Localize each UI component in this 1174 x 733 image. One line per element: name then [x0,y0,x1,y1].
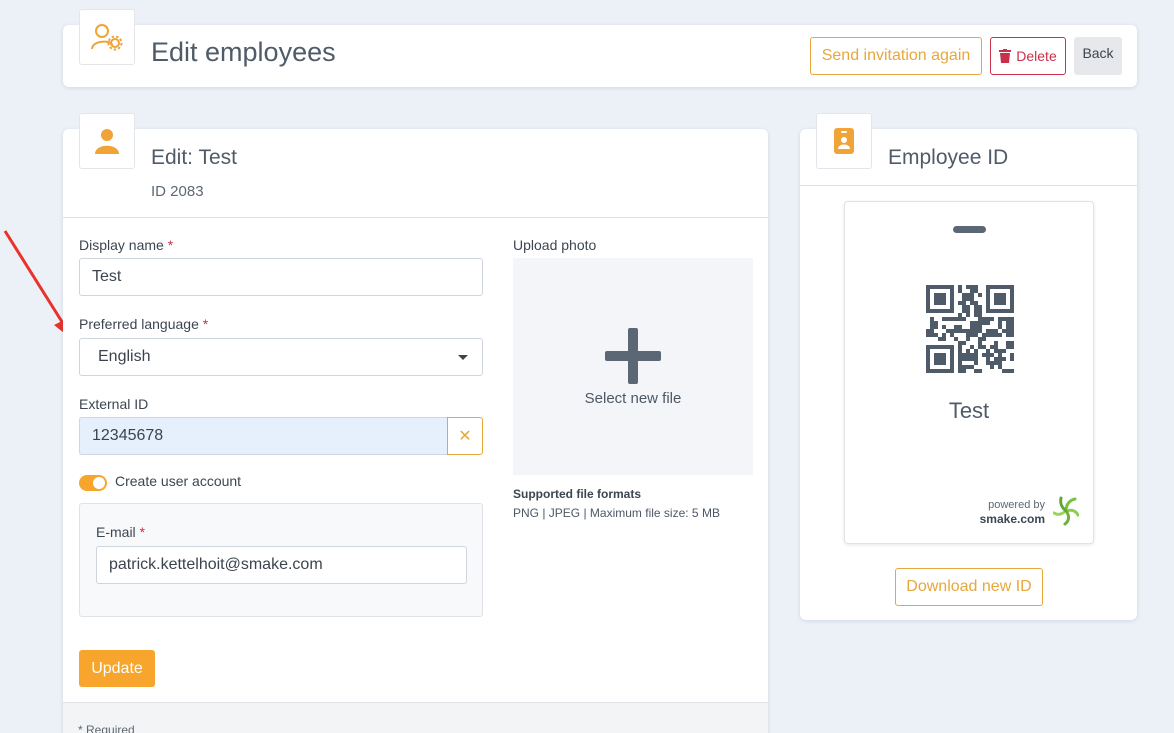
select-new-file-label: Select new file [584,390,682,407]
powered-by-text: powered by smake.com [979,499,1045,526]
download-new-id-button[interactable]: Download new ID [895,568,1043,606]
plus-icon-bar [605,351,661,361]
trash-icon [999,49,1012,63]
email-input[interactable]: patrick.kettelhoit@smake.com [96,546,467,584]
external-id-label: External ID [79,396,149,412]
clear-external-id-button[interactable]: ✕ [447,417,483,455]
update-button[interactable]: Update [79,650,155,687]
user-cog-icon [79,9,135,65]
back-button[interactable]: Back [1074,37,1122,75]
close-icon: ✕ [458,428,472,445]
create-user-account-toggle[interactable] [79,475,107,491]
required-note: * Required [78,723,135,733]
upload-photo-dropzone[interactable]: Select new file [513,258,753,475]
divider [63,217,768,218]
badge-employee-name: Test [948,398,990,423]
employee-id-text: ID 2083 [151,183,204,200]
external-id-input[interactable]: 12345678 [79,417,448,455]
preferred-language-select[interactable]: English [79,338,483,376]
delete-label: Delete [1016,48,1057,64]
supported-formats-title: Supported file formats [513,487,642,501]
employee-id-card: Employee ID Test powered by smake.com Dow… [800,113,1137,620]
delete-button[interactable]: Delete [990,37,1066,75]
divider [800,185,1137,186]
employee-id-title: Employee ID [888,146,1009,169]
create-user-account-label: Create user account [115,473,242,489]
id-badge-preview: Test powered by smake.com [844,201,1094,544]
caret-down-icon [458,355,468,360]
edit-title: Edit: Test [151,146,237,169]
display-name-label: Display name * [79,237,174,253]
id-badge-icon [816,113,872,169]
display-name-input[interactable]: Test [79,258,483,296]
qr-code-icon [926,285,1014,373]
page-header: Edit employees Send invitation again Del… [63,9,1137,87]
email-label: E-mail * [96,524,146,540]
form-footer: * Required [63,702,768,733]
badge-slot [953,226,986,233]
preferred-language-value: English [98,348,151,365]
upload-photo-label: Upload photo [513,237,597,253]
send-invitation-button[interactable]: Send invitation again [810,37,982,75]
user-account-panel: E-mail * patrick.kettelhoit@smake.com [79,503,483,617]
smake-logo-icon [1053,496,1079,526]
preferred-language-label: Preferred language * [79,316,209,332]
edit-employee-card: Edit: Test ID 2083 Display name * Test P… [63,113,768,733]
page-title: Edit employees [151,37,336,67]
supported-formats-text: PNG | JPEG | Maximum file size: 5 MB [513,506,720,520]
user-icon [79,113,135,169]
